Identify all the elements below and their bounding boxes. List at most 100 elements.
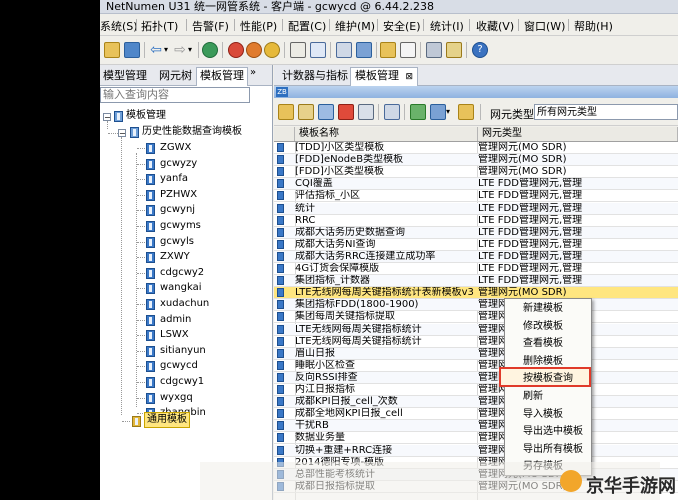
- tab-model-management[interactable]: 模型管理: [100, 68, 150, 84]
- edit-template-icon[interactable]: [298, 104, 314, 120]
- tree-collapse-group-icon[interactable]: −: [118, 129, 126, 138]
- query-icon[interactable]: [384, 104, 400, 120]
- table-row[interactable]: 干扰RB管理网元(MO SDR): [274, 420, 678, 433]
- user-icon[interactable]: [356, 42, 372, 58]
- back-arrow-icon[interactable]: ⇦: [148, 42, 164, 58]
- menu-maintenance[interactable]: 维护(M): [335, 18, 375, 34]
- ctx-query-by-template[interactable]: 按模板查询: [499, 367, 591, 388]
- table-icon[interactable]: [336, 42, 352, 58]
- left-tabs: 模型管理 网元树 模板管理 »: [100, 65, 272, 86]
- grid-icon[interactable]: [290, 42, 306, 58]
- tree-search-input[interactable]: [100, 87, 250, 103]
- refresh-icon[interactable]: [410, 104, 426, 120]
- tree-collapse-root-icon[interactable]: −: [103, 113, 111, 122]
- new-template-icon[interactable]: [278, 104, 294, 120]
- col-template-name-header[interactable]: 模板名称: [295, 127, 478, 141]
- ne-type-select[interactable]: 所有网元类型: [534, 104, 678, 120]
- alarm-yellow-icon[interactable]: [264, 42, 280, 58]
- menu-config[interactable]: 配置(C): [288, 18, 326, 34]
- table-row[interactable]: 成都大话务历史数据查询 LTE FDD管理网元,管理: [274, 226, 678, 239]
- export-icon[interactable]: [458, 104, 474, 120]
- tree-template-icon: [146, 392, 155, 404]
- tab-template-management-right[interactable]: 模板管理 ⊠: [350, 67, 419, 86]
- col-ne-type-header[interactable]: 网元类型: [478, 127, 678, 141]
- table-row[interactable]: LTE无线网每周关键指标统计表新模板v3 管理网元(MO SDR): [274, 287, 678, 300]
- table-row[interactable]: 集团每周关键指标提取管理网元(MO SDR): [274, 311, 678, 324]
- table-row[interactable]: 内江日报指标管理网元(MO SDR): [274, 384, 678, 396]
- alarm-red-icon[interactable]: [228, 42, 244, 58]
- cell-template-name: CQI覆盖: [295, 178, 333, 190]
- cell-ne-type: LTE FDD管理网元,管理: [478, 190, 583, 202]
- table-row[interactable]: [TDD]小区类型模板 管理网元(MO SDR): [274, 142, 678, 154]
- table-row[interactable]: LTE无线网每周关键指标统计管理网元(MO SDR): [274, 336, 678, 348]
- table-row[interactable]: 成都KPI日报_cell_次数管理网元(MO SDR): [274, 396, 678, 409]
- table-row[interactable]: 反向RSSI排查管理网元(MO SDR): [274, 371, 678, 384]
- table-row[interactable]: 4G订货会保障模版 LTE FDD管理网元,管理: [274, 263, 678, 275]
- template-row-icon: [277, 288, 284, 298]
- table-row[interactable]: 眉山日报管理网元(MO SDR): [274, 347, 678, 360]
- tree-template-icon: [146, 158, 155, 170]
- cell-ne-type: LTE FDD管理网元,管理: [478, 178, 583, 190]
- view-template-icon[interactable]: [318, 104, 334, 120]
- document-icon[interactable]: [400, 42, 416, 58]
- tab-ne-tree[interactable]: 网元树: [156, 68, 195, 84]
- copy-template-icon[interactable]: [358, 104, 374, 120]
- table-row[interactable]: [FDD]小区类型模板 管理网元(MO SDR): [274, 166, 678, 179]
- cell-template-name: 睡眠小区检查: [295, 359, 355, 371]
- cell-ne-type: LTE FDD管理网元,管理: [478, 202, 583, 214]
- menu-topology[interactable]: 拓扑(T): [141, 18, 178, 34]
- table-row[interactable]: 数据业务量管理网元(MO SDR): [274, 432, 678, 445]
- menu-favorites[interactable]: 收藏(V): [476, 18, 514, 34]
- cell-template-name: 集团指标FDD(1800-1900): [295, 299, 419, 311]
- tree-template-icon: [146, 314, 155, 326]
- table-row[interactable]: 切换+重建+RRC连接管理网元(MO SDR): [274, 444, 678, 457]
- cell-template-name: LTE无线网每周关键指标统计表新模板v3: [295, 287, 474, 299]
- globe-icon[interactable]: [202, 42, 218, 58]
- table-row[interactable]: 统计 LTE FDD管理网元,管理: [274, 202, 678, 215]
- table-row[interactable]: CQI覆盖 LTE FDD管理网元,管理: [274, 178, 678, 191]
- tab-template-management[interactable]: 模板管理: [196, 67, 248, 86]
- panel-collapse-icon[interactable]: »: [250, 67, 256, 78]
- table-row[interactable]: 成都大话务RRC连接建立成功率 LTE FDD管理网元,管理: [274, 250, 678, 263]
- table-row[interactable]: 成都全地网KPI日报_cell管理网元(MO SDR): [274, 408, 678, 421]
- cell-ne-type: 管理网元(MO SDR): [478, 287, 567, 299]
- table-row[interactable]: 集团指标FDD(1800-1900)管理网元(MO SDR): [274, 299, 678, 312]
- open-icon[interactable]: [104, 42, 120, 58]
- import-icon[interactable]: [430, 104, 446, 120]
- template-row-icon: [277, 336, 284, 346]
- menu-help[interactable]: 帮助(H): [574, 18, 613, 34]
- table-row[interactable]: 评估指标_小区 LTE FDD管理网元,管理: [274, 190, 678, 203]
- cell-ne-type: LTE FDD管理网元,管理: [478, 238, 583, 250]
- table-row[interactable]: 睡眠小区检查管理网元(MO SDR): [274, 360, 678, 372]
- forward-arrow-icon[interactable]: ⇨: [172, 42, 188, 58]
- menu-window[interactable]: 窗口(W): [524, 18, 565, 34]
- template-row-icon: [277, 179, 284, 189]
- menu-statistics[interactable]: 统计(I): [430, 18, 464, 34]
- help-icon[interactable]: ?: [472, 42, 488, 58]
- key-icon[interactable]: [380, 42, 396, 58]
- tools-icon[interactable]: [426, 42, 442, 58]
- table-row[interactable]: 成都大话务NI查询 LTE FDD管理网元,管理: [274, 239, 678, 251]
- save-icon[interactable]: [124, 42, 140, 58]
- menu-security[interactable]: 安全(E): [383, 18, 421, 34]
- settings-icon[interactable]: [446, 42, 462, 58]
- table-row[interactable]: [FDD]eNodeB类型模板 管理网元(MO SDR): [274, 154, 678, 167]
- tab-close-icon[interactable]: ⊠: [406, 72, 414, 82]
- cell-template-name: 统计: [295, 202, 315, 214]
- chart-icon[interactable]: [310, 42, 326, 58]
- menu-system[interactable]: 系统(S): [100, 18, 138, 34]
- delete-template-icon[interactable]: [338, 104, 354, 120]
- table-row[interactable]: LTE无线网每周关键指标统计管理网元(MO SDR): [274, 323, 678, 336]
- table-row[interactable]: 集团指标_计数器 LTE FDD管理网元,管理: [274, 275, 678, 288]
- cell-template-name: 集团指标_计数器: [295, 275, 370, 287]
- table-row[interactable]: RRC LTE FDD管理网元,管理: [274, 215, 678, 227]
- menu-performance[interactable]: 性能(P): [240, 18, 277, 34]
- tree-folder-icon: [114, 111, 123, 122]
- screenshot: NetNumen U31 统一网管系统 - 客户端 - gcwycd @ 6.4…: [0, 0, 678, 500]
- tab-counters-indicators[interactable]: 计数器与指标: [278, 68, 352, 84]
- tree-template-icon: [146, 174, 155, 186]
- app-badge-icon: ZB: [276, 87, 288, 97]
- menu-alarm[interactable]: 告警(F): [192, 18, 229, 34]
- alarm-orange-icon[interactable]: [246, 42, 262, 58]
- template-row-icon: [277, 215, 284, 225]
